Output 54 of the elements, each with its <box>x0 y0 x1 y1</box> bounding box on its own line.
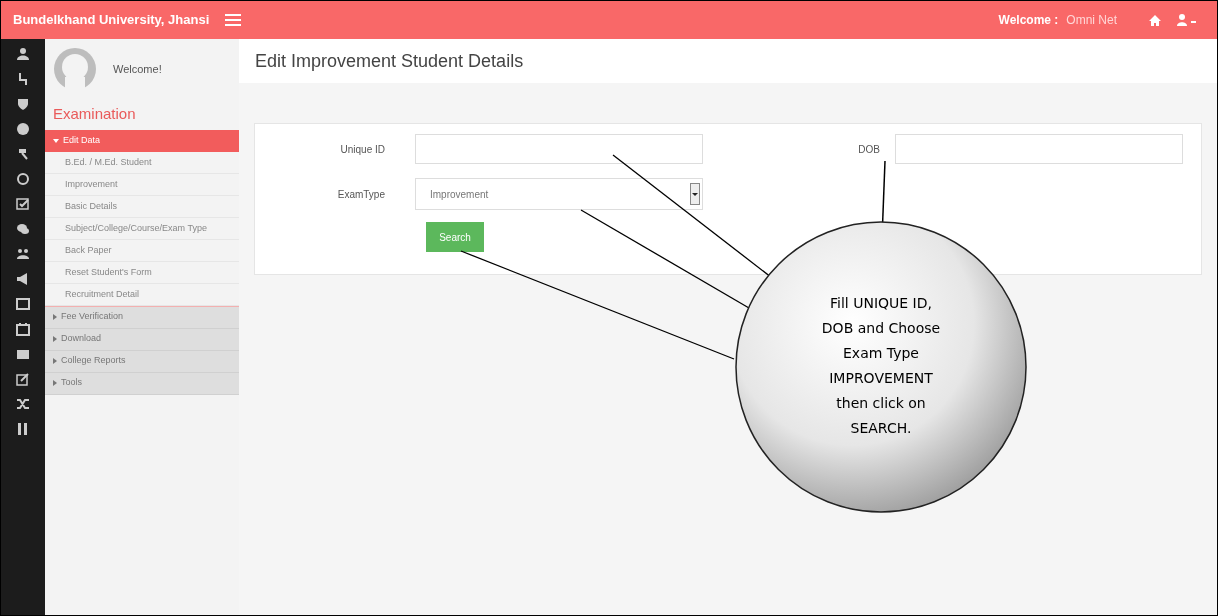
group-icon[interactable] <box>16 247 30 261</box>
chat-icon[interactable] <box>16 222 30 236</box>
circle-icon[interactable] <box>16 122 30 136</box>
caret-icon <box>53 336 57 342</box>
callout-text: Fill UNIQUE ID, DOB and Choose Exam Type IMPROVEMENT then click on SEARCH. <box>820 294 942 438</box>
sidebar-item[interactable]: Edit Data <box>45 129 239 152</box>
shuffle-icon[interactable] <box>16 397 30 411</box>
section-heading: Examination <box>52 104 137 124</box>
gavel-icon[interactable] <box>16 147 30 161</box>
field-label: Unique ID <box>339 142 386 157</box>
input-field[interactable] <box>415 134 703 164</box>
calendar-icon[interactable] <box>16 322 30 336</box>
submenu-item[interactable]: Subject/College/Course/Exam Type <box>45 217 239 240</box>
submenu-item[interactable]: Back Paper <box>45 239 239 262</box>
menu-icon[interactable] <box>225 14 242 26</box>
caret-icon <box>53 380 57 386</box>
welcome-label: Welcome : <box>998 12 1059 29</box>
field-label: DOB <box>857 142 881 157</box>
caret-icon <box>53 358 57 364</box>
shield-icon[interactable] <box>16 97 30 111</box>
submenu-item[interactable]: Basic Details <box>45 195 239 218</box>
check-square-icon[interactable] <box>16 197 30 211</box>
user-name: Omni Net <box>1066 12 1117 29</box>
sidebar-item[interactable]: Fee Verification <box>45 306 239 329</box>
search-button[interactable]: Search <box>426 222 484 252</box>
sidebar-item-label: Fee Verification <box>61 310 124 324</box>
caret-icon <box>53 314 57 320</box>
greeting-text: Welcome! <box>113 61 162 77</box>
submenu-item[interactable]: Improvement <box>45 173 239 196</box>
sidebar-item[interactable]: College Reports <box>45 350 239 373</box>
input-field[interactable] <box>895 134 1183 164</box>
sidebar-item-label: Tools <box>61 376 82 390</box>
brand-title[interactable]: Bundelkhand University, Jhansi <box>13 10 210 30</box>
megaphone-icon[interactable] <box>16 272 30 286</box>
user-dropdown-icon[interactable] <box>1177 14 1197 26</box>
window-icon[interactable] <box>16 297 30 311</box>
home-icon[interactable] <box>1149 14 1161 26</box>
dropdown[interactable]: Improvement <box>415 178 703 210</box>
dropdown-value: Improvement <box>430 187 490 202</box>
submenu-item[interactable]: B.Ed. / M.Ed. Student <box>45 151 239 174</box>
caret-icon <box>53 138 59 143</box>
avatar-icon <box>53 47 97 91</box>
person-icon[interactable] <box>16 47 30 61</box>
sidebar-item-label: Edit Data <box>63 133 101 147</box>
edit-icon[interactable] <box>16 372 30 386</box>
sidebar-item[interactable]: Tools <box>45 372 239 395</box>
page-title: Edit Improvement Student Details <box>255 49 524 73</box>
sidebar-item-label: Download <box>61 332 102 346</box>
field-label: ExamType <box>336 187 386 202</box>
sidebar-item[interactable]: Download <box>45 328 239 351</box>
submenu-item[interactable]: Reset Student's Form <box>45 261 239 284</box>
submenu-item[interactable]: Recruitment Detail <box>45 283 239 306</box>
sidebar-item-label: College Reports <box>61 354 126 368</box>
ring-icon[interactable] <box>16 172 30 186</box>
